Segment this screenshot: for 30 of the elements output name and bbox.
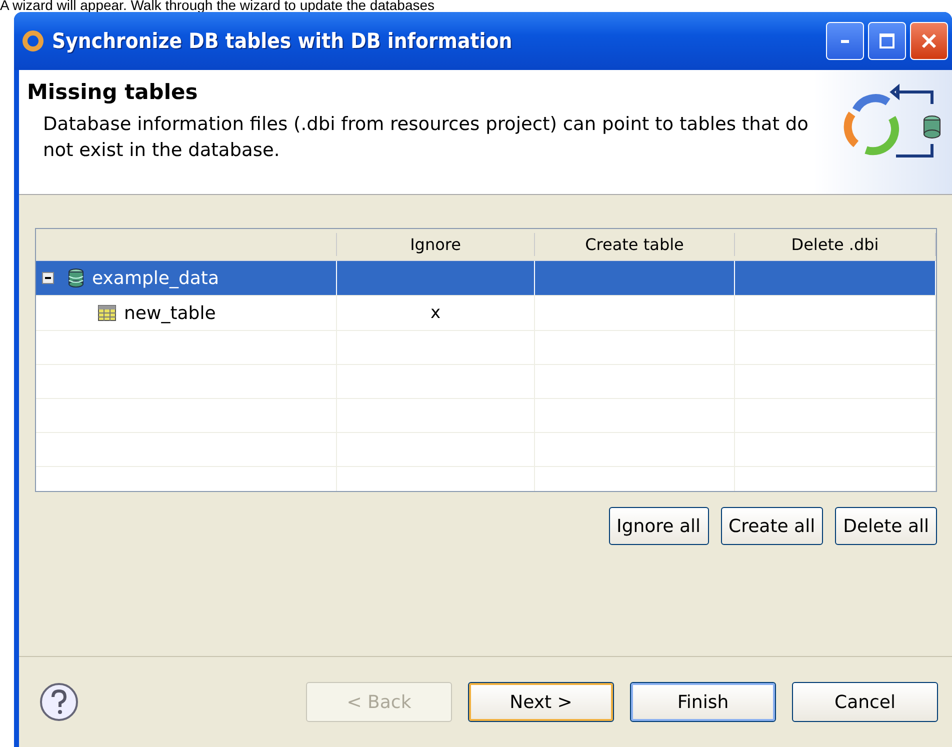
column-header[interactable]: Delete .dbi: [735, 233, 936, 256]
window-title: Synchronize DB tables with DB information: [52, 29, 514, 53]
column-header[interactable]: Create table: [535, 233, 735, 256]
table-cell: x: [337, 296, 535, 330]
action-button[interactable]: Ignore all: [608, 507, 709, 545]
close-icon: [921, 33, 937, 49]
page-description: Database information files (.dbi from resources project) can point to tables that do not exist in the database.: [43, 113, 810, 163]
ring-icon: [22, 30, 44, 52]
row-name: example_data: [92, 268, 220, 288]
row-name: new_table: [124, 302, 216, 324]
wizard-button[interactable]: Cancel: [792, 682, 938, 722]
table-icon: [98, 305, 116, 321]
column-header[interactable]: Ignore: [337, 233, 535, 256]
maximize-icon: [879, 33, 895, 49]
tree-row[interactable]: example_data: [36, 261, 936, 296]
maximize-button[interactable]: [868, 22, 906, 60]
minimize-icon: [841, 40, 849, 42]
database-icon: [68, 268, 84, 288]
collapse-icon[interactable]: [42, 272, 54, 284]
wizard-button: < Back: [306, 682, 452, 722]
minimize-button[interactable]: [826, 22, 864, 60]
action-button[interactable]: Create all: [720, 507, 824, 545]
caption-text: A wizard will appear. Walk through the wizard to update the databases: [0, 0, 436, 12]
tree-row[interactable]: new_table x: [36, 296, 936, 331]
action-button[interactable]: Delete all: [835, 507, 937, 545]
page-title: Missing tables: [27, 80, 199, 104]
wizard-button[interactable]: Next >: [468, 682, 614, 722]
wizard-button[interactable]: Finish: [630, 682, 776, 722]
help-icon: [39, 682, 79, 722]
close-button[interactable]: [910, 22, 948, 60]
